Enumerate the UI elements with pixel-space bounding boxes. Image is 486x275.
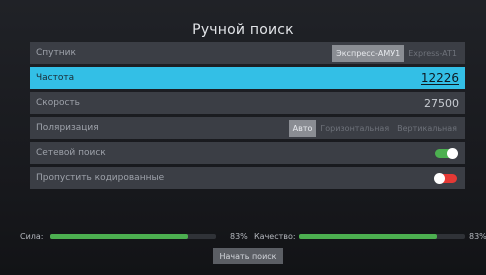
toggle-knob: [447, 147, 458, 159]
quality-value: 83%: [469, 232, 486, 241]
skip-encrypted-label: Пропустить кодированные: [36, 173, 165, 183]
polarization-option-auto[interactable]: Авто: [288, 119, 317, 137]
strength-value: 83%: [230, 232, 248, 241]
satellite-option-express-at1[interactable]: Express-AT1: [404, 45, 461, 62]
quality-bar: [299, 234, 465, 239]
start-search-button[interactable]: Начать поиск: [213, 248, 283, 264]
polarization-option-horizontal[interactable]: Горизонтальная: [316, 120, 393, 137]
signal-meters: Сила: 83% Качество: 83%: [0, 230, 486, 244]
symbol-rate-row[interactable]: Скорость 27500: [30, 92, 465, 114]
polarization-label: Поляризация: [36, 123, 99, 133]
satellite-label: Спутник: [36, 48, 76, 58]
satellite-row[interactable]: Спутник Экспресс-АМУ1 Express-AT1: [30, 42, 465, 64]
manual-search-screen: Ручной поиск Спутник Экспресс-АМУ1 Expre…: [0, 0, 486, 275]
satellite-options: Экспресс-АМУ1 Express-AT1: [332, 42, 461, 64]
frequency-input[interactable]: 12226: [420, 72, 459, 85]
polarization-row[interactable]: Поляризация Авто Горизонтальная Вертикал…: [30, 117, 465, 139]
skip-encrypted-toggle[interactable]: [434, 172, 457, 184]
quality-bar-fill: [299, 234, 437, 239]
quality-label: Качество:: [254, 232, 296, 241]
polarization-option-vertical[interactable]: Вертикальная: [393, 120, 461, 137]
network-search-row[interactable]: Сетевой поиск: [30, 142, 465, 164]
frequency-row[interactable]: Частота 12226: [30, 67, 465, 89]
polarization-options: Авто Горизонтальная Вертикальная: [288, 117, 461, 139]
network-search-label: Сетевой поиск: [36, 148, 106, 158]
settings-list: Спутник Экспресс-АМУ1 Express-AT1 Частот…: [30, 42, 465, 192]
symbol-rate-label: Скорость: [36, 98, 80, 108]
frequency-label: Частота: [36, 73, 75, 83]
page-title: Ручной поиск: [192, 22, 294, 38]
satellite-option-express-amu1[interactable]: Экспресс-АМУ1: [332, 44, 405, 62]
toggle-knob: [434, 172, 445, 184]
strength-bar: [50, 234, 216, 239]
network-search-toggle[interactable]: [435, 147, 458, 159]
skip-encrypted-row[interactable]: Пропустить кодированные: [30, 167, 465, 189]
strength-bar-fill: [50, 234, 188, 239]
symbol-rate-value[interactable]: 27500: [424, 97, 459, 110]
strength-label: Сила:: [20, 232, 44, 241]
